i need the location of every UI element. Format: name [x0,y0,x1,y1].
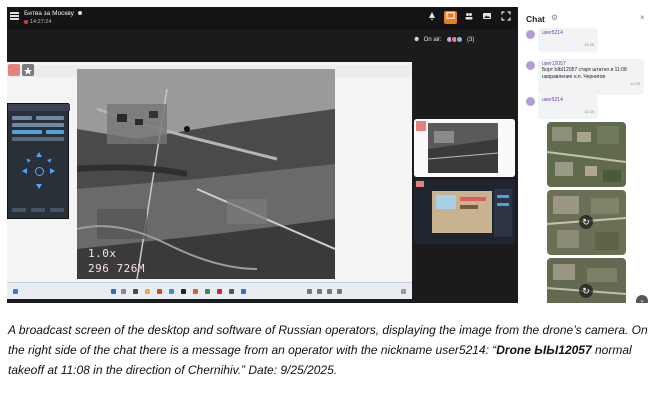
image-icon[interactable] [480,11,493,24]
reload-icon[interactable]: ↻ [579,284,593,298]
tray-icon[interactable] [307,289,312,294]
people-icon[interactable] [462,11,475,24]
search-icon[interactable] [121,289,126,294]
app-icon[interactable] [133,289,138,294]
drone-camera-feed: 1.0x 296 726M [77,69,335,279]
stream-time-text: 14:27:24 [30,19,52,25]
stream-timestamp: 14:27:24 [24,19,51,25]
message-time: 11:39 [630,81,640,86]
reload-icon[interactable]: ↻ [579,215,593,229]
image-caption: A broadcast screen of the desktop and so… [8,320,650,380]
stream-title-text: Битва за Москву [24,10,74,17]
avatar [526,30,535,39]
arrow-right-icon[interactable] [50,168,55,174]
app-icon[interactable] [241,289,246,294]
volume-icon[interactable] [327,289,332,294]
thumbnail-image [414,119,515,177]
shared-desktop: 1.0x 296 726M [7,62,412,299]
thumbnail-image [414,179,515,244]
avatar [456,36,464,43]
panel-field[interactable] [12,208,26,212]
message-time: 11:39 [584,109,594,114]
chat-photo[interactable]: ↻ [547,258,626,303]
live-indicator-icon [24,19,28,24]
notification-icon[interactable] [401,289,406,294]
panel-header [8,104,70,111]
avatar [526,61,535,70]
avatar [526,97,535,106]
panel-field[interactable] [12,137,64,141]
message-username[interactable]: user5214 [542,97,594,103]
battery-icon[interactable] [337,289,342,294]
chat-message: user5214 11:39 [522,28,644,54]
app-icon[interactable] [157,289,162,294]
close-icon[interactable]: × [640,13,645,22]
star-icon[interactable] [22,64,34,76]
app-icon[interactable] [181,289,186,294]
distance-readout: 296 726M [88,262,145,275]
caption-bold-text: Drone ЫЫ12057 [496,343,592,357]
on-air-indicator: ☻ On air: (3) [413,36,474,43]
message-bubble: user5214 11:39 [538,28,598,52]
chat-message: user5214 11:39 [522,95,644,121]
chat-message: user12057 Борт ЫЫ12057 старт штатно в 11… [522,59,644,97]
scroll-down-button[interactable]: ⌄ [636,295,648,303]
message-time: 11:39 [584,42,594,47]
broadcast-icon[interactable] [444,11,457,24]
app-icon[interactable] [217,289,222,294]
flight-control-panel [7,103,70,219]
message-text: Борт ЫЫ12057 старт штатно в 11:08 направ… [542,67,627,80]
settings-icon[interactable]: ⚙ [551,13,558,22]
panel-field[interactable] [46,130,64,134]
panel-field[interactable] [50,208,64,212]
zoom-level: 1.0x [88,247,117,260]
status-dot-icon [77,11,82,16]
chat-photo[interactable]: ↻ [547,190,626,255]
app-icon[interactable] [193,289,198,294]
arrow-up-icon[interactable] [36,152,42,157]
stream-header: Битва за Москву 14:27:24 [7,7,517,29]
start-icon[interactable] [111,289,116,294]
stream-title: Битва за Москву [24,10,84,17]
panel-field[interactable] [12,116,32,120]
menu-icon[interactable] [10,12,19,20]
center-target-icon[interactable] [35,167,44,176]
participants-icon: ☻ [413,36,421,44]
message-username[interactable]: user5214 [542,30,594,36]
arrow-up-left-icon[interactable] [25,157,31,163]
arrow-left-icon[interactable] [22,168,27,174]
app-icon[interactable] [169,289,174,294]
chat-photo[interactable] [547,122,626,187]
app-icon[interactable] [229,289,234,294]
on-air-count: (3) [467,37,475,44]
on-air-label: On air: [423,37,442,44]
broadcast-screenshot: Битва за Москву 14:27:24 ☻ On air: (3) 1… [7,7,650,303]
arrow-down-icon[interactable] [36,184,42,189]
fullscreen-icon[interactable] [499,11,512,24]
windows-taskbar [7,282,412,299]
chat-title: Chat [526,14,545,24]
panel-field[interactable] [31,208,45,212]
alert-icon[interactable] [425,11,438,24]
aerial-photo [547,122,626,187]
weather-icon[interactable] [13,289,18,294]
panel-field[interactable] [36,116,64,120]
participant-thumbnail[interactable] [414,179,515,244]
arrow-up-right-icon[interactable] [47,157,53,163]
folder-icon[interactable] [145,289,150,294]
chat-panel: Chat ⚙ × user5214 11:39 user12057 Борт Ы… [518,7,650,303]
participant-thumbnail[interactable] [414,119,515,177]
panel-field[interactable] [12,123,64,127]
wifi-icon[interactable] [317,289,322,294]
panel-field[interactable] [12,130,42,134]
pin-icon[interactable] [8,64,20,76]
app-icon[interactable] [205,289,210,294]
message-bubble: user5214 11:39 [538,95,598,119]
message-bubble: user12057 Борт ЫЫ12057 старт штатно в 11… [538,59,644,95]
